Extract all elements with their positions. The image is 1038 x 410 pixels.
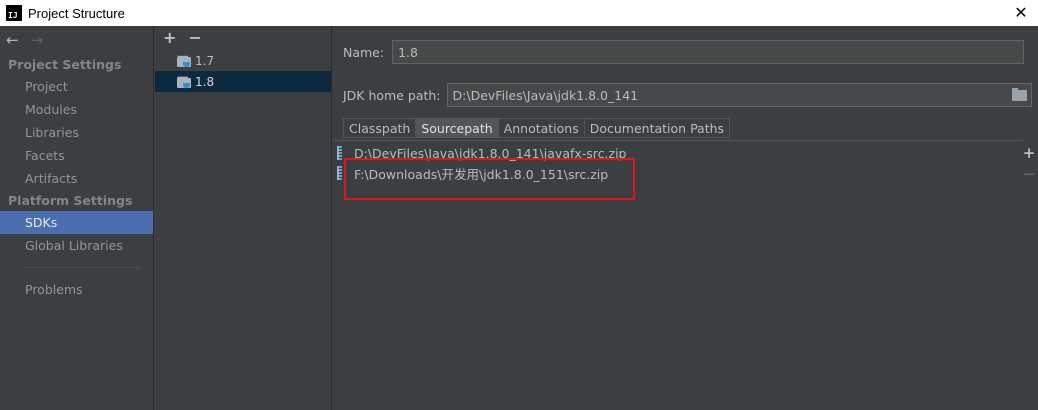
tab-sourcepath[interactable]: Sourcepath <box>415 118 498 138</box>
name-label: Name: <box>343 44 385 60</box>
sdk-item-label: 1.7 <box>195 53 215 68</box>
forward-arrow-icon[interactable]: → <box>31 31 44 49</box>
nav-item-project[interactable]: Project <box>0 75 153 98</box>
platform-settings-header: Platform Settings <box>8 193 133 208</box>
window-titlebar: IJ Project Structure ✕ <box>0 0 1038 26</box>
nav-history: ← → <box>0 26 153 54</box>
annotation-highlight-box <box>344 158 635 200</box>
nav-item-modules[interactable]: Modules <box>0 98 153 121</box>
nav-divider <box>25 267 141 268</box>
sdk-list-toolbar: + − <box>155 26 331 50</box>
nav-item-libraries[interactable]: Libraries <box>0 121 153 144</box>
sdk-item-label: 1.8 <box>195 74 215 89</box>
sdk-item-1-8[interactable]: 1.8 <box>155 71 331 92</box>
tab-annotations[interactable]: Annotations <box>497 118 584 138</box>
sdk-list-panel: + − 1.7 1.8 <box>155 26 332 410</box>
add-sdk-button[interactable]: + <box>163 30 176 46</box>
tab-classpath[interactable]: Classpath <box>343 118 416 138</box>
name-row: Name: 1.8 <box>343 40 1025 64</box>
settings-nav-panel: ← → Project Settings Project Modules Lib… <box>0 26 154 410</box>
archive-icon <box>337 166 342 180</box>
back-arrow-icon[interactable]: ← <box>6 31 19 49</box>
intellij-logo-icon: IJ <box>6 5 22 21</box>
remove-path-button[interactable]: − <box>1023 167 1036 182</box>
close-icon[interactable]: ✕ <box>1010 1 1032 23</box>
name-input[interactable]: 1.8 <box>392 40 1025 64</box>
sdk-details-panel: Name: 1.8 JDK home path: D:\DevFiles\Jav… <box>333 26 1038 410</box>
nav-item-sdks[interactable]: SDKs <box>0 211 153 234</box>
nav-item-facets[interactable]: Facets <box>0 144 153 167</box>
project-settings-header: Project Settings <box>8 57 122 72</box>
jdk-home-input[interactable]: D:\DevFiles\Java\jdk1.8.0_141 <box>446 83 1032 107</box>
archive-icon <box>337 146 342 160</box>
folder-browse-icon[interactable] <box>1011 88 1027 101</box>
sdk-tabs: Classpath Sourcepath Annotations Documen… <box>343 118 731 138</box>
nav-item-global-libraries[interactable]: Global Libraries <box>0 234 153 257</box>
jdk-home-label: JDK home path: <box>343 87 441 103</box>
nav-item-problems[interactable]: Problems <box>0 278 153 301</box>
tab-documentation-paths[interactable]: Documentation Paths <box>583 118 731 138</box>
window-title: Project Structure <box>28 5 125 21</box>
sourcepath-toolbar: + − <box>1022 146 1036 182</box>
jdk-folder-icon <box>177 75 191 88</box>
remove-sdk-button[interactable]: − <box>188 30 201 46</box>
jdk-home-value: D:\DevFiles\Java\jdk1.8.0_141 <box>452 87 639 103</box>
nav-item-artifacts[interactable]: Artifacts <box>0 167 153 190</box>
sdk-item-1-7[interactable]: 1.7 <box>155 50 331 71</box>
add-path-button[interactable]: + <box>1023 146 1036 161</box>
jdk-home-row: JDK home path: D:\DevFiles\Java\jdk1.8.0… <box>343 83 1032 107</box>
jdk-folder-icon <box>177 54 191 67</box>
